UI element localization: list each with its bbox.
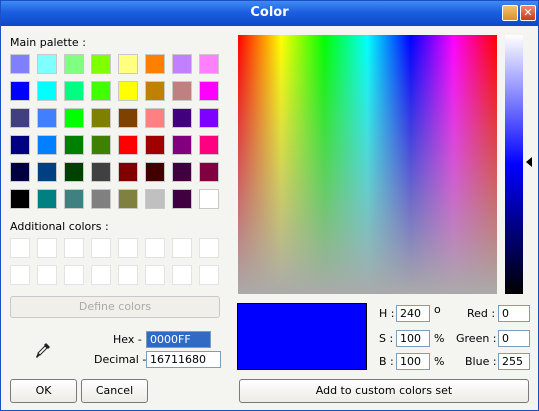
close-icon[interactable]: ✕ <box>520 5 536 21</box>
saturation-unit: % <box>434 332 445 345</box>
custom-color-slot[interactable] <box>199 238 219 258</box>
blue-input[interactable]: 255 <box>498 353 530 370</box>
palette-swatch[interactable] <box>118 162 138 182</box>
red-input[interactable]: 0 <box>498 305 530 322</box>
palette-swatch[interactable] <box>64 189 84 209</box>
brightness-label: B : <box>379 355 394 368</box>
ok-button[interactable]: OK <box>10 379 77 403</box>
hex-label: Hex - <box>113 333 142 346</box>
palette-swatch[interactable] <box>199 189 219 209</box>
palette-swatch[interactable] <box>91 108 111 128</box>
palette-swatch[interactable] <box>172 189 192 209</box>
custom-color-slot[interactable] <box>64 265 84 285</box>
cancel-button[interactable]: Cancel <box>81 379 148 403</box>
custom-color-slot[interactable] <box>145 265 165 285</box>
palette-swatch[interactable] <box>64 108 84 128</box>
palette-swatch[interactable] <box>37 108 57 128</box>
custom-color-slot[interactable] <box>172 265 192 285</box>
palette-swatch[interactable] <box>199 162 219 182</box>
decimal-label: Decimal - <box>94 353 147 366</box>
palette-swatch[interactable] <box>10 81 30 101</box>
hue-label: H : <box>379 307 395 320</box>
palette-swatch[interactable] <box>118 189 138 209</box>
custom-color-slot[interactable] <box>145 238 165 258</box>
minimize-icon[interactable] <box>502 5 518 21</box>
palette-swatch[interactable] <box>91 189 111 209</box>
palette-swatch[interactable] <box>145 81 165 101</box>
palette-swatch[interactable] <box>91 162 111 182</box>
palette-swatch[interactable] <box>37 81 57 101</box>
palette-swatch[interactable] <box>10 54 30 74</box>
custom-color-slot[interactable] <box>91 238 111 258</box>
palette-swatch[interactable] <box>145 54 165 74</box>
custom-color-slot[interactable] <box>118 265 138 285</box>
palette-swatch[interactable] <box>172 54 192 74</box>
saturation-input[interactable]: 100 <box>396 330 430 347</box>
palette-swatch[interactable] <box>145 162 165 182</box>
palette-swatch[interactable] <box>199 135 219 155</box>
palette-swatch[interactable] <box>64 135 84 155</box>
decimal-input[interactable]: 16711680 <box>146 351 221 368</box>
custom-color-slot[interactable] <box>37 265 57 285</box>
palette-swatch[interactable] <box>172 135 192 155</box>
custom-color-slot[interactable] <box>10 265 30 285</box>
green-label: Green : <box>456 332 497 345</box>
palette-swatch[interactable] <box>199 108 219 128</box>
custom-color-slot[interactable] <box>10 238 30 258</box>
blue-label: Blue : <box>465 355 497 368</box>
luminance-slider[interactable] <box>505 35 523 294</box>
palette-swatch[interactable] <box>10 162 30 182</box>
palette-swatch[interactable] <box>10 108 30 128</box>
palette-swatch[interactable] <box>37 135 57 155</box>
palette-swatch[interactable] <box>172 162 192 182</box>
palette-swatch[interactable] <box>145 189 165 209</box>
palette-swatch[interactable] <box>172 81 192 101</box>
hue-input[interactable]: 240 <box>396 305 430 322</box>
palette-swatch[interactable] <box>91 54 111 74</box>
custom-color-slot[interactable] <box>37 238 57 258</box>
palette-swatch[interactable] <box>37 162 57 182</box>
palette-swatch[interactable] <box>10 135 30 155</box>
palette-swatch[interactable] <box>91 81 111 101</box>
palette-swatch[interactable] <box>145 135 165 155</box>
color-spectrum[interactable] <box>238 35 497 294</box>
custom-color-slot[interactable] <box>118 238 138 258</box>
palette-swatch[interactable] <box>64 81 84 101</box>
custom-color-slot[interactable] <box>91 265 111 285</box>
palette-swatch[interactable] <box>64 162 84 182</box>
palette-swatch[interactable] <box>199 54 219 74</box>
define-colors-button[interactable]: Define colors <box>10 296 220 318</box>
brightness-input[interactable]: 100 <box>396 353 430 370</box>
red-label: Red : <box>467 307 496 320</box>
additional-colors-label: Additional colors : <box>10 220 109 233</box>
main-palette-label: Main palette : <box>10 36 86 49</box>
palette-swatch[interactable] <box>172 108 192 128</box>
palette-swatch[interactable] <box>118 81 138 101</box>
window-title: Color <box>250 5 289 20</box>
brightness-unit: % <box>434 355 445 368</box>
color-dialog: Color ✕ Main palette : Additional colors… <box>0 0 539 411</box>
green-input[interactable]: 0 <box>498 330 530 347</box>
palette-swatch[interactable] <box>118 108 138 128</box>
palette-swatch[interactable] <box>37 189 57 209</box>
palette-swatch[interactable] <box>37 54 57 74</box>
title-bar[interactable]: Color ✕ <box>1 1 538 26</box>
hue-unit: o <box>434 303 441 316</box>
palette-swatch[interactable] <box>91 135 111 155</box>
luminance-pointer-icon[interactable] <box>526 157 532 167</box>
palette-swatch[interactable] <box>199 81 219 101</box>
palette-swatch[interactable] <box>10 189 30 209</box>
eyedropper-icon[interactable] <box>35 342 51 360</box>
saturation-label: S : <box>379 332 394 345</box>
add-to-custom-colors-button[interactable]: Add to custom colors set <box>239 379 529 403</box>
palette-swatch[interactable] <box>64 54 84 74</box>
palette-swatch[interactable] <box>145 108 165 128</box>
hex-input[interactable]: 0000FF <box>146 331 211 348</box>
custom-color-slot[interactable] <box>64 238 84 258</box>
palette-swatch[interactable] <box>118 135 138 155</box>
custom-color-slot[interactable] <box>172 238 192 258</box>
custom-color-slot[interactable] <box>199 265 219 285</box>
palette-swatch[interactable] <box>118 54 138 74</box>
current-color-preview <box>237 303 367 370</box>
